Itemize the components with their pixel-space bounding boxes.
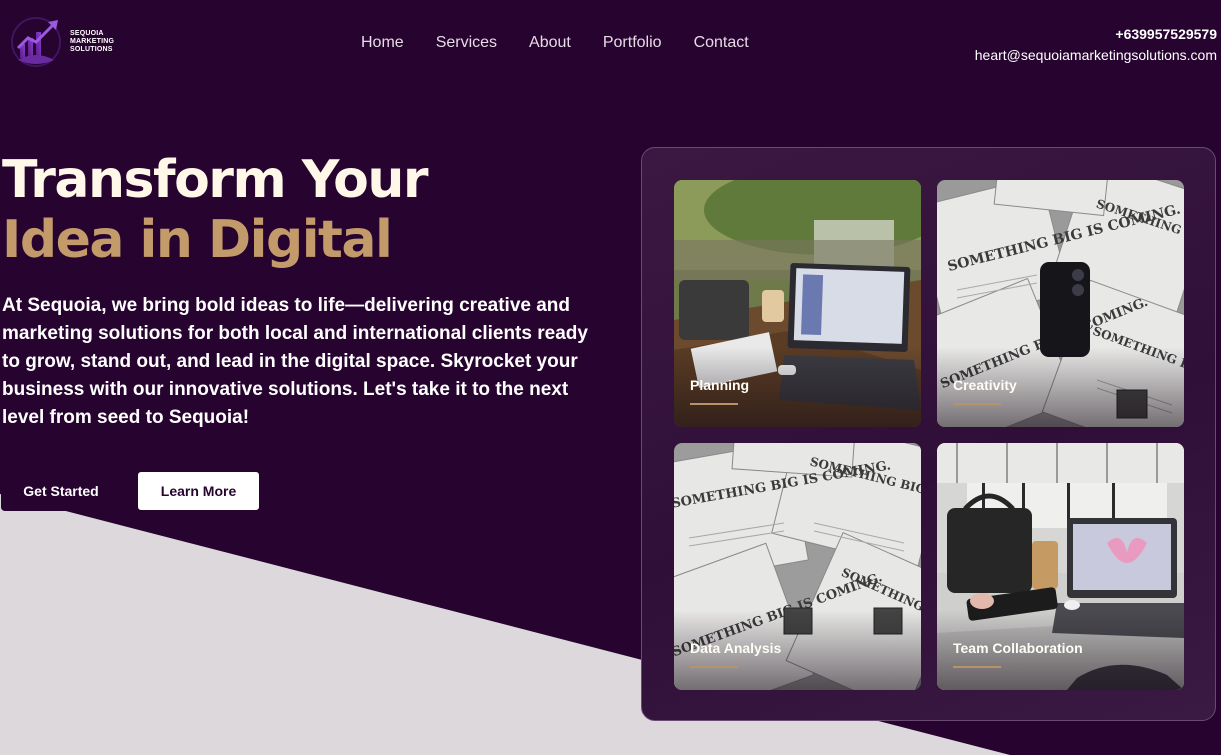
nav-contact[interactable]: Contact: [694, 34, 749, 52]
card-underline: [690, 403, 738, 405]
services-gallery: Planning SOMETHING BIG IS COMING. SOMETH…: [641, 147, 1216, 721]
contact-phone[interactable]: +639957529579: [975, 24, 1217, 45]
hero-title-line2: Idea in Digital: [2, 210, 393, 270]
brand-logo[interactable]: SEQUOIA MARKETING SOLUTIONS: [8, 14, 130, 70]
hero-section: Transform Your Idea in Digital At Sequoi…: [2, 150, 602, 432]
nav-home[interactable]: Home: [361, 34, 404, 52]
get-started-button[interactable]: Get Started: [1, 471, 121, 511]
card-label-planning: Planning: [690, 377, 750, 393]
gallery-card-team-collaboration[interactable]: Team Collaboration: [937, 443, 1184, 690]
learn-more-button[interactable]: Learn More: [137, 471, 260, 511]
gallery-card-creativity[interactable]: SOMETHING BIG IS COMING. SOMETHING BIG I…: [937, 180, 1184, 427]
nav-portfolio[interactable]: Portfolio: [603, 34, 662, 52]
brand-name-line2: MARKETING: [70, 38, 115, 45]
main-nav: Home Services About Portfolio Contact: [361, 34, 749, 52]
card-label-team-collaboration: Team Collaboration: [953, 640, 1083, 656]
nav-services[interactable]: Services: [436, 34, 497, 52]
nav-about[interactable]: About: [529, 34, 571, 52]
brand-name-line1: SEQUOIA: [70, 30, 104, 37]
sequoia-logo-icon: [11, 17, 61, 67]
brand-name: SEQUOIA MARKETING SOLUTIONS: [70, 30, 130, 54]
header-contact-info: +639957529579 heart@sequoiamarketingsolu…: [975, 24, 1217, 66]
site-header: SEQUOIA MARKETING SOLUTIONS Home Service…: [0, 0, 1221, 90]
card-underline: [690, 666, 738, 668]
card-label-creativity: Creativity: [953, 377, 1017, 393]
hero-description: At Sequoia, we bring bold ideas to life—…: [2, 295, 588, 428]
gallery-card-data-analysis[interactable]: SOMETHING BIG IS COMING. SOMETHING BIG I…: [674, 443, 921, 690]
card-underline: [953, 403, 1001, 405]
hero-cta-group: Get Started Learn More: [1, 471, 260, 511]
gallery-card-planning[interactable]: Planning: [674, 180, 921, 427]
hero-title-line1: Transform Your: [2, 150, 429, 210]
contact-email[interactable]: heart@sequoiamarketingsolutions.com: [975, 45, 1217, 66]
brand-name-line3: SOLUTIONS: [70, 46, 113, 53]
card-underline: [953, 666, 1001, 668]
card-label-data-analysis: Data Analysis: [690, 640, 782, 656]
hero-title: Transform Your Idea in Digital: [2, 150, 602, 270]
